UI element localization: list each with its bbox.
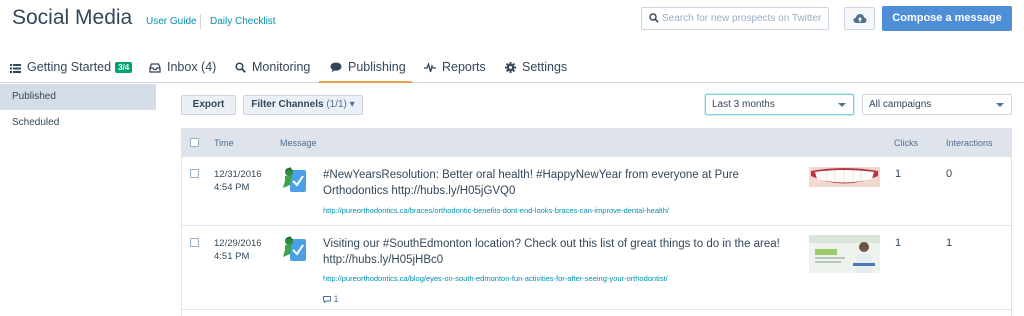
- tab-label: Publishing: [348, 60, 406, 74]
- office-thumbnail-image[interactable]: [809, 235, 880, 273]
- search-icon: [235, 62, 246, 73]
- filter-count: (1/1): [326, 99, 347, 110]
- interactions-count: 1: [946, 237, 953, 249]
- campaign-value: All campaigns: [869, 99, 932, 110]
- inbox-icon: [149, 63, 161, 73]
- date-range-value: Last 3 months: [712, 99, 775, 110]
- main-tabs: Getting Started 3/4 Inbox (4) Monitoring …: [0, 50, 1024, 83]
- cloud-upload-icon: [853, 14, 867, 23]
- tab-label: Settings: [522, 60, 568, 74]
- row-checkbox[interactable]: [190, 238, 199, 247]
- tab-label: Getting Started: [27, 60, 112, 74]
- row-checkbox[interactable]: [190, 169, 199, 178]
- comment-icon: [323, 296, 331, 304]
- progress-badge: 3/4: [115, 62, 133, 73]
- channel-avatar-icon: [283, 236, 306, 261]
- published-posts-table: Time Message Clicks Interactions 12/31/2…: [181, 128, 1012, 316]
- sidebar-item-scheduled[interactable]: Scheduled: [0, 110, 156, 136]
- date-range-select[interactable]: Last 3 months: [705, 94, 854, 115]
- tab-label: Inbox (4): [167, 60, 217, 74]
- post-link[interactable]: http://pureorthodontics.ca/braces/orthod…: [323, 206, 669, 215]
- post-message: #NewYearsResolution: Better oral health!…: [323, 169, 739, 197]
- smile-thumbnail-image[interactable]: [809, 167, 880, 187]
- search-input[interactable]: [662, 10, 824, 27]
- post-date: 12/29/2016: [214, 238, 262, 249]
- gear-icon: [505, 62, 516, 73]
- sidebar: Published Scheduled: [0, 84, 156, 316]
- search-icon: [649, 13, 659, 23]
- post-date: 12/31/2016: [214, 169, 262, 180]
- tab-settings[interactable]: Settings: [505, 50, 567, 83]
- post-message: Visiting our #SouthEdmonton location? Ch…: [323, 238, 780, 266]
- campaign-select[interactable]: All campaigns: [862, 94, 1012, 115]
- filter-channels-label: Filter Channels: [251, 99, 324, 110]
- column-clicks[interactable]: Clicks: [894, 138, 918, 148]
- comment-count[interactable]: 1: [323, 294, 339, 304]
- caret-down-icon: ▾: [349, 99, 355, 110]
- clicks-count: 1: [895, 237, 902, 249]
- page-title: Social Media: [12, 6, 133, 29]
- column-message[interactable]: Message: [280, 138, 317, 148]
- clicks-count: 1: [895, 168, 902, 180]
- comment-count-value: 1: [333, 294, 339, 304]
- export-button[interactable]: Export: [181, 95, 236, 115]
- sidebar-item-published[interactable]: Published: [0, 84, 156, 110]
- channel-avatar-icon: [283, 167, 306, 192]
- tab-getting-started[interactable]: Getting Started 3/4: [10, 50, 133, 83]
- chevron-down-icon: [996, 103, 1004, 107]
- user-guide-link[interactable]: User Guide: [146, 16, 197, 27]
- post-time: 4:54 PM: [214, 182, 250, 193]
- table-row[interactable]: 12/29/2016 4:51 PM Visiting our #SouthEd…: [182, 226, 1011, 310]
- prospect-search[interactable]: [641, 7, 829, 30]
- compose-message-button[interactable]: Compose a message: [882, 6, 1012, 31]
- tab-reports[interactable]: Reports: [424, 50, 486, 83]
- app-header: Social Media User Guide Daily Checklist …: [0, 0, 1024, 42]
- post-link[interactable]: http://pureorthodontics.ca/blog/eyes-on-…: [323, 274, 668, 283]
- tab-label: Monitoring: [252, 60, 311, 74]
- table-row[interactable]: 12/31/2016 4:54 PM #NewYearsResolution: …: [182, 157, 1011, 226]
- cloud-upload-button[interactable]: [844, 7, 875, 30]
- chat-bubble-icon: [330, 62, 342, 73]
- select-all-checkbox[interactable]: [190, 138, 199, 147]
- tab-publishing[interactable]: Publishing: [319, 50, 412, 83]
- tab-monitoring[interactable]: Monitoring: [235, 50, 310, 83]
- tab-label: Reports: [442, 60, 486, 74]
- column-interactions[interactable]: Interactions: [946, 138, 993, 148]
- list-icon: [10, 64, 21, 73]
- post-time: 4:51 PM: [214, 251, 250, 262]
- tab-inbox[interactable]: Inbox (4): [149, 50, 216, 83]
- header-divider: [200, 14, 201, 29]
- table-header: Time Message Clicks Interactions: [182, 128, 1011, 157]
- daily-checklist-link[interactable]: Daily Checklist: [210, 16, 276, 27]
- column-time[interactable]: Time: [214, 138, 234, 148]
- interactions-count: 0: [946, 168, 953, 180]
- filter-channels-button[interactable]: Filter Channels (1/1) ▾: [243, 95, 363, 115]
- chevron-down-icon: [838, 103, 846, 107]
- pulse-icon: [424, 63, 436, 73]
